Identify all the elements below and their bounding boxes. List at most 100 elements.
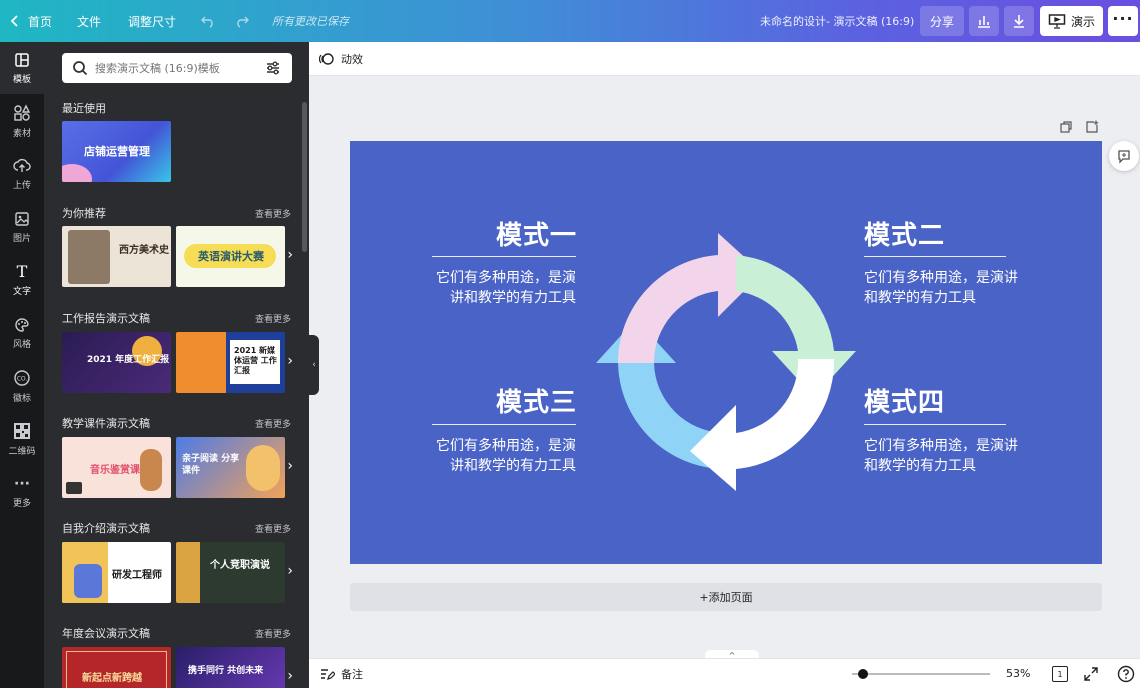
page-number: 1 bbox=[1057, 669, 1063, 679]
see-more-link[interactable]: 查看更多 bbox=[255, 312, 291, 325]
panel-scrollbar[interactable] bbox=[302, 102, 307, 252]
rail-elements[interactable]: 素材 bbox=[0, 95, 44, 147]
undo-button[interactable] bbox=[200, 0, 216, 42]
notes-button[interactable]: 备注 bbox=[319, 666, 363, 682]
insights-button[interactable] bbox=[969, 6, 999, 36]
template-thumb[interactable]: 研发工程师 bbox=[62, 542, 171, 603]
rail-text[interactable]: T 文字 bbox=[0, 254, 44, 306]
mode-one-description[interactable]: 它们有多种用途，是演 讲和教学的有力工具 bbox=[430, 268, 576, 308]
zoom-level[interactable]: 53% bbox=[1006, 667, 1030, 680]
templates-panel: 最近使用 店铺运营管理 为你推荐 查看更多 西方美术史 英语演讲大赛 › 工作报… bbox=[44, 42, 309, 688]
search-input[interactable] bbox=[95, 61, 255, 75]
rail-upload[interactable]: 上传 bbox=[0, 148, 44, 200]
zoom-slider-handle[interactable] bbox=[858, 669, 868, 679]
present-icon bbox=[1048, 14, 1066, 29]
add-page-icon bbox=[1086, 120, 1099, 133]
template-thumb[interactable]: 西方美术史 bbox=[62, 226, 171, 287]
rail-templates-label: 模板 bbox=[12, 74, 31, 85]
home-button[interactable]: 首页 bbox=[8, 0, 52, 42]
qr-code-icon bbox=[14, 422, 30, 439]
mode-one-desc-line1: 它们有多种用途，是演 bbox=[436, 270, 576, 286]
mode-three-desc-line2: 讲和教学的有力工具 bbox=[450, 458, 576, 474]
see-more-link[interactable]: 查看更多 bbox=[255, 522, 291, 535]
thumb-figure bbox=[74, 564, 102, 598]
template-thumb[interactable]: 新起点新跨越 bbox=[62, 647, 171, 688]
mode-four-desc-line1: 它们有多种用途，是演讲 bbox=[864, 438, 1018, 454]
template-thumb[interactable]: 2021 新媒体运营 工作汇报 bbox=[176, 332, 285, 393]
template-thumb[interactable]: 音乐鉴赏课 bbox=[62, 437, 171, 498]
cycle-arrow-white bbox=[690, 359, 835, 491]
present-button[interactable]: 演示 bbox=[1040, 6, 1103, 36]
help-icon bbox=[1117, 665, 1135, 683]
filter-sliders-icon[interactable] bbox=[265, 60, 281, 76]
chevron-left-icon bbox=[10, 15, 18, 27]
share-button[interactable]: 分享 bbox=[920, 6, 964, 36]
thumb-title: 研发工程师 bbox=[112, 570, 162, 581]
chevron-right-icon[interactable]: › bbox=[287, 458, 293, 474]
rail-upload-label: 上传 bbox=[12, 180, 31, 191]
chevron-right-icon[interactable]: › bbox=[287, 353, 293, 369]
see-more-link[interactable]: 查看更多 bbox=[255, 627, 291, 640]
cycle-arrow-green bbox=[736, 255, 856, 397]
chevron-right-icon[interactable]: › bbox=[287, 247, 293, 263]
rail-logos-label: 徽标 bbox=[12, 393, 31, 404]
section-title-self-intro: 自我介绍演示文稿 bbox=[62, 522, 150, 535]
mode-two-title[interactable]: 模式二 bbox=[864, 215, 945, 252]
comment-button[interactable] bbox=[1109, 141, 1139, 171]
zoom-slider-track[interactable] bbox=[852, 673, 990, 675]
mode-two-description[interactable]: 它们有多种用途，是演讲 和教学的有力工具 bbox=[864, 268, 1039, 308]
more-options-button[interactable]: ··· bbox=[1108, 6, 1138, 36]
animate-label: 动效 bbox=[341, 52, 363, 66]
rail-photos[interactable]: 图片 bbox=[0, 201, 44, 253]
mode-three-divider bbox=[432, 424, 576, 425]
mode-one-desc-line2: 讲和教学的有力工具 bbox=[450, 290, 576, 306]
rail-qrcode[interactable]: 二维码 bbox=[0, 413, 44, 465]
mode-one-title[interactable]: 模式一 bbox=[496, 215, 577, 252]
resize-menu[interactable]: 调整尺寸 bbox=[128, 0, 176, 42]
template-thumb[interactable]: 亲子阅读 分享课件 bbox=[176, 437, 285, 498]
rail-styles[interactable]: 风格 bbox=[0, 307, 44, 359]
document-title[interactable]: 未命名的设计- 演示文稿 (16:9) bbox=[760, 0, 914, 42]
chevron-right-icon[interactable]: › bbox=[287, 668, 293, 684]
add-page-bar[interactable]: +添加页面 bbox=[350, 583, 1102, 611]
redo-button[interactable] bbox=[234, 0, 250, 42]
mode-four-title[interactable]: 模式四 bbox=[864, 382, 945, 419]
page-count-button[interactable]: 1 bbox=[1052, 666, 1068, 682]
chevron-right-icon[interactable]: › bbox=[287, 563, 293, 579]
template-thumb[interactable]: 英语演讲大赛 bbox=[176, 226, 285, 287]
slide-canvas[interactable]: 模式一 它们有多种用途，是演 讲和教学的有力工具 模式二 它们有多种用途，是演讲… bbox=[350, 141, 1102, 564]
see-more-link[interactable]: 查看更多 bbox=[255, 417, 291, 430]
add-page-button[interactable] bbox=[1085, 119, 1099, 138]
download-icon bbox=[1014, 15, 1024, 28]
thumb-decoration bbox=[176, 542, 200, 603]
file-menu[interactable]: 文件 bbox=[77, 0, 101, 42]
collapse-panel-handle[interactable]: ‹ bbox=[309, 335, 319, 395]
mode-three-title[interactable]: 模式三 bbox=[496, 382, 577, 419]
mode-four-description[interactable]: 它们有多种用途，是演讲 和教学的有力工具 bbox=[864, 436, 1039, 476]
thumb-title: 携手同行 共创未来 bbox=[188, 666, 264, 676]
cycle-arrows-graphic[interactable] bbox=[596, 229, 856, 491]
recent-template-thumb[interactable]: 店铺运营管理 bbox=[62, 121, 171, 182]
template-search[interactable] bbox=[62, 53, 292, 83]
template-thumb[interactable]: 个人竞职演说 bbox=[176, 542, 285, 603]
cloud-upload-icon bbox=[13, 158, 31, 172]
section-title-recent: 最近使用 bbox=[62, 102, 106, 115]
mode-three-description[interactable]: 它们有多种用途，是演 讲和教学的有力工具 bbox=[430, 436, 576, 476]
rail-templates[interactable]: 模板 bbox=[0, 42, 44, 94]
fullscreen-button[interactable] bbox=[1083, 666, 1099, 685]
see-more-link[interactable]: 查看更多 bbox=[255, 207, 291, 220]
rail-logos[interactable]: CO. 徽标 bbox=[0, 360, 44, 412]
animate-button[interactable]: 动效 bbox=[319, 51, 363, 67]
more-dots-icon: ··· bbox=[1112, 8, 1134, 28]
save-status: 所有更改已保存 bbox=[272, 0, 349, 42]
template-thumb[interactable]: 2021 年度工作汇报 bbox=[62, 332, 171, 393]
template-thumb[interactable]: 携手同行 共创未来 bbox=[176, 647, 285, 688]
help-button[interactable] bbox=[1117, 665, 1135, 686]
download-button[interactable] bbox=[1004, 6, 1034, 36]
section-title-recommended: 为你推荐 bbox=[62, 207, 106, 220]
animation-icon bbox=[319, 52, 334, 65]
rail-more[interactable]: ··· 更多 bbox=[0, 466, 44, 518]
duplicate-page-button[interactable] bbox=[1059, 119, 1073, 138]
thumb-decoration bbox=[140, 449, 162, 491]
text-t-icon: T bbox=[16, 261, 28, 281]
